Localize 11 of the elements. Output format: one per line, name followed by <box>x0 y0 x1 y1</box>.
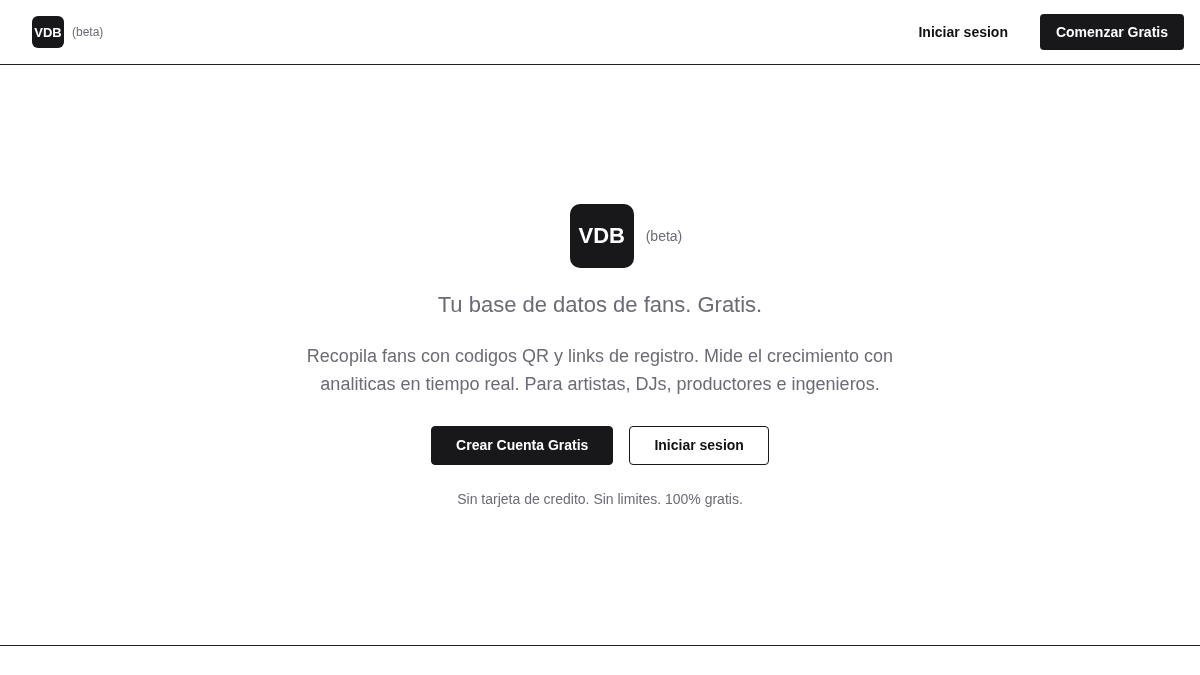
create-account-button[interactable]: Crear Cuenta Gratis <box>431 425 614 465</box>
note-text: Sin tarjeta de credito. Sin limites. 100% gratis. <box>457 490 743 507</box>
login-button[interactable]: Iniciar sesion <box>629 425 769 465</box>
logo: VDB <box>569 203 634 268</box>
logo[interactable]: VDB <box>32 16 64 48</box>
headline: Tu base de datos de fans. Gratis. <box>437 291 763 318</box>
beta-label: (beta) <box>645 227 683 244</box>
beta-label: (beta) <box>72 25 104 39</box>
description: Recopila fans con codigos QR y links de registro. Mide el crecimiento con analiticas en tiempo real. Para artistas, DJs, productores e ingenieros. <box>305 344 895 396</box>
login-link[interactable]: Iniciar sesion <box>902 16 1024 48</box>
signup-button[interactable]: Comenzar Gratis <box>1039 14 1184 50</box>
